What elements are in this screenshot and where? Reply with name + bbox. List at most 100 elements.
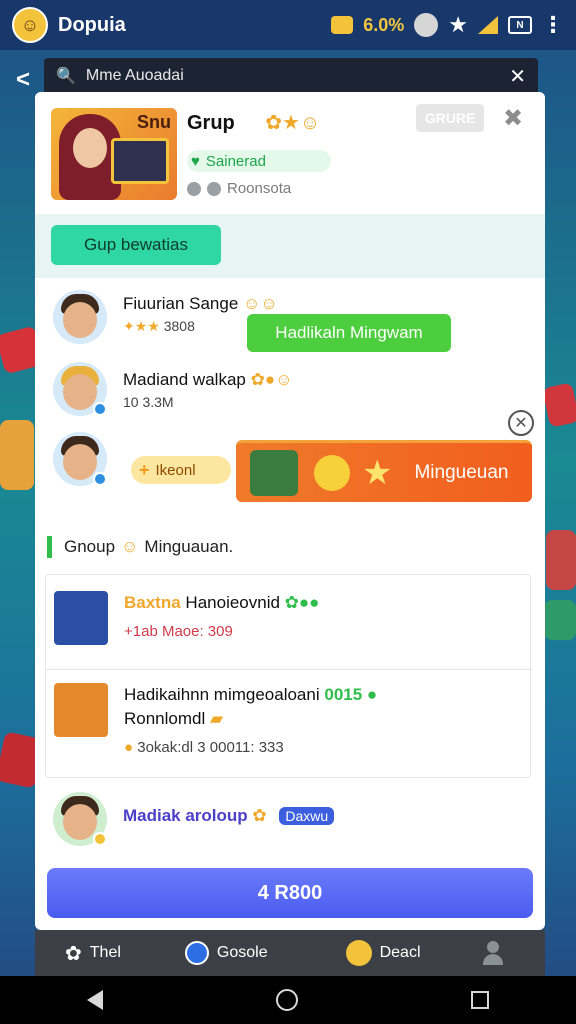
info-icon xyxy=(187,182,201,197)
member-name: Madiand walkap ✿●☺ xyxy=(123,370,292,390)
member-name-text: Madiak aroloup xyxy=(123,806,248,825)
smile-icon xyxy=(345,940,372,966)
person-icon xyxy=(481,941,505,965)
gray-button[interactable]: GRURE xyxy=(416,104,484,132)
member-name: Fiuurian Sange ☺☺ xyxy=(123,294,278,314)
group-sub: ● 3okak:dl 3 00011: 333 xyxy=(124,739,284,756)
star-icon: ★ xyxy=(362,453,393,492)
group-title: Hadikaihnn mimgeoaloani 0015 ● xyxy=(124,685,377,705)
avatar xyxy=(53,290,107,344)
app-logo-icon[interactable]: ☺ xyxy=(12,7,48,43)
tag-icon: ▰ xyxy=(210,709,224,728)
bg-decoration xyxy=(542,382,576,428)
search-icon: 🔍 xyxy=(56,68,76,85)
divider xyxy=(46,669,532,670)
tab-thel[interactable]: ✿ Thel xyxy=(65,941,121,966)
group-title-text: Hanoieovnid xyxy=(185,593,280,612)
tab-gosole[interactable]: Gosole xyxy=(184,941,268,965)
member-name-text: Madiand walkap xyxy=(123,370,246,389)
group-title: Baxtna Hanoieovnid ✿●● xyxy=(124,593,319,613)
verified-icon xyxy=(93,472,107,486)
yellow-pill-label: Ikeonl xyxy=(155,461,196,479)
group-title-suffix: 0015 xyxy=(324,685,363,704)
nav-home-icon[interactable] xyxy=(275,989,298,1011)
member-sub-text: 3808 xyxy=(163,318,195,334)
ball-icon xyxy=(314,454,350,491)
emoji-icons: ✿●● xyxy=(284,593,320,612)
coin-icon xyxy=(331,16,354,34)
section-label: Gnoup xyxy=(64,537,116,556)
member-name-text: Fiuurian Sange xyxy=(123,294,239,313)
search-bar: 🔍 ✕ xyxy=(44,58,538,94)
tab-label: Deacl xyxy=(379,944,421,961)
close-icon[interactable]: ✕ xyxy=(508,410,534,436)
profile-image-label: Snu xyxy=(137,112,171,132)
groups-list: Baxtna Hanoieovnid ✿●● +1ab Maoe: 309 Ha… xyxy=(45,574,532,778)
coin-icon: ● xyxy=(124,739,134,756)
profile-header: Snu Grup ✿★☺ ♥ Sainerad Roonsota GRURE ✖ xyxy=(35,92,545,214)
list-item[interactable]: Madiak aroloup ✿ Daxwu xyxy=(45,792,531,852)
nav-recent-icon[interactable] xyxy=(471,991,490,1009)
more-icon[interactable]: ⋮ xyxy=(542,12,564,38)
flower-icon: ✿ xyxy=(65,942,82,965)
emoji-icons: ☺☺ xyxy=(243,294,278,313)
face-shape xyxy=(73,128,107,168)
tab-deacl[interactable]: Deacl xyxy=(345,940,421,966)
profile-sub-text: Roonsota xyxy=(227,180,292,197)
tab-profile[interactable] xyxy=(481,941,505,965)
status-percent: 6.0% xyxy=(363,14,405,35)
yellow-pill-button[interactable]: + Ikeonl xyxy=(131,456,231,484)
slot-machine-shape xyxy=(111,138,169,184)
group-title-prefix: Baxtna xyxy=(124,593,181,612)
member-sub: ✦★★ 3808 xyxy=(123,318,195,335)
member-sub: 10 3.3M xyxy=(123,394,174,410)
verified-icon xyxy=(93,832,107,846)
plus-icon: + xyxy=(139,459,150,480)
star-icon: ★ xyxy=(448,12,468,37)
section-bar xyxy=(47,536,52,558)
status-bar: ☺ Dopuia 6.0% ★ N ⋮ xyxy=(0,0,576,50)
profile-sub: Roonsota xyxy=(187,180,291,197)
status-badge: ♥ Sainerad xyxy=(187,150,331,172)
group-sub-text: 3okak:dl 3 00011: 333 xyxy=(137,739,284,756)
bg-decoration xyxy=(546,530,576,590)
nfc-icon: N xyxy=(508,16,532,34)
primary-button[interactable]: 4 R800 xyxy=(47,868,533,918)
tab-label: Gosole xyxy=(216,944,268,961)
back-icon[interactable]: < xyxy=(16,66,30,94)
section-sublabel: Minguauan. xyxy=(144,537,234,556)
emoji-icons: ✿●☺ xyxy=(250,370,293,389)
heart-icon: ♥ xyxy=(191,152,200,170)
group-title-line2: Ronnlomdl ▰ xyxy=(124,709,223,729)
bg-decoration xyxy=(544,600,576,640)
tools-icon[interactable]: ✖ xyxy=(503,104,523,133)
member-badge: Daxwu xyxy=(279,807,335,825)
orange-cta-label: Mingueuan xyxy=(414,461,509,483)
group-thumbnail xyxy=(54,591,108,645)
characters-icon xyxy=(250,449,298,496)
clock-icon xyxy=(207,182,221,197)
verified-icon xyxy=(93,402,107,416)
app-name: Dopuia xyxy=(58,13,126,36)
emoji-icons: ✿ xyxy=(252,806,267,825)
green-pill-button[interactable]: Hadlikaln Mingwam xyxy=(247,314,451,352)
smile-icon: ☺ xyxy=(121,537,139,556)
orange-cta-button[interactable]: ★ Mingueuan xyxy=(236,440,532,502)
group-line2-text: Ronnlomdl xyxy=(124,709,206,728)
profile-emoji-icons: ✿★☺ xyxy=(243,112,321,134)
tab-label: Thel xyxy=(89,944,121,961)
profile-image[interactable]: Snu xyxy=(51,108,177,200)
status-text: Sainerad xyxy=(205,152,266,170)
group-button[interactable]: Gup bewatias xyxy=(51,225,221,265)
close-icon[interactable]: ✕ xyxy=(509,64,526,89)
system-nav-bar xyxy=(0,976,576,1024)
profile-name: Grup xyxy=(187,112,235,134)
group-thumbnail xyxy=(54,683,108,737)
nav-back-icon[interactable] xyxy=(86,990,103,1010)
signal-icon xyxy=(478,16,498,34)
bg-decoration xyxy=(0,420,34,490)
search-input[interactable] xyxy=(85,67,502,85)
chat-icon xyxy=(184,941,209,965)
member-name: Madiak aroloup ✿ Daxwu xyxy=(123,806,335,826)
status-icons: 6.0% ★ N ⋮ xyxy=(331,12,564,38)
